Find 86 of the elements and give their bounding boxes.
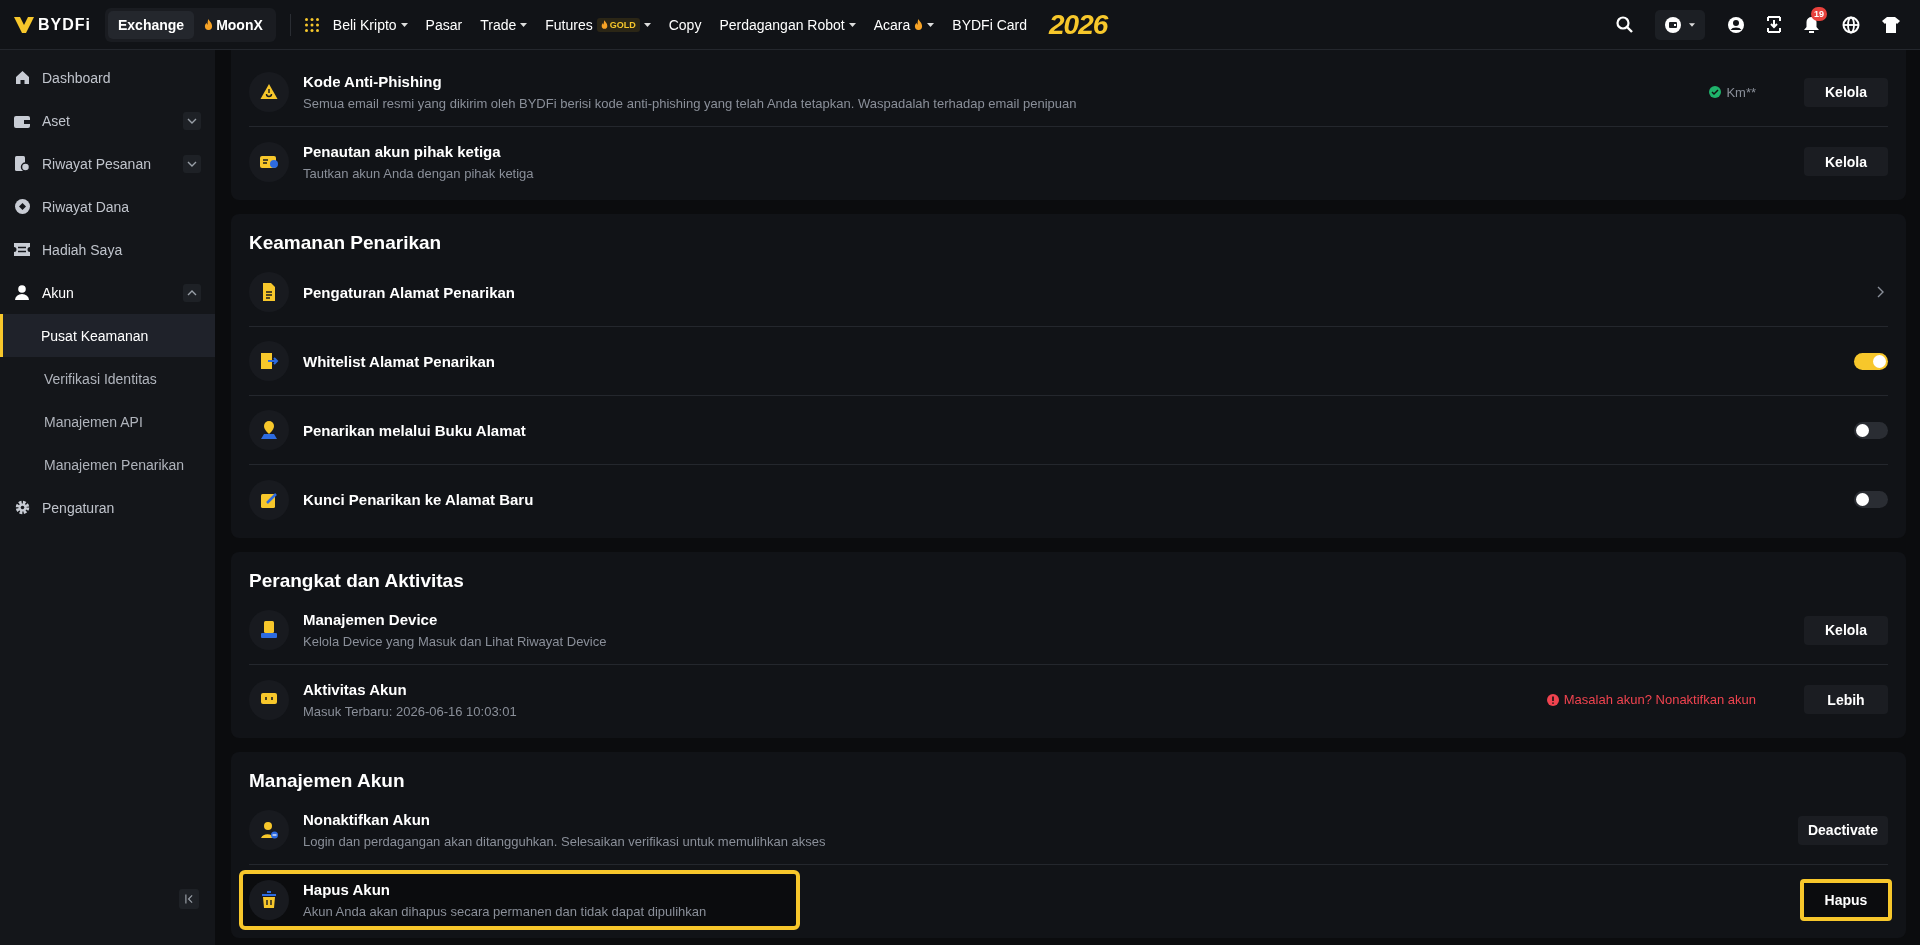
ticket-icon: [14, 243, 30, 256]
id-card-icon: [249, 141, 289, 182]
sidebar-subitem[interactable]: Manajemen API: [0, 400, 215, 443]
row-description: Akun Anda akan dihapus secara permanen dan tidak dapat dipulihkan: [303, 903, 707, 919]
wallet-icon: [14, 113, 30, 128]
sidebar-subitem[interactable]: Pusat Keamanan: [0, 314, 215, 357]
wallet-icon: [1665, 16, 1681, 33]
action-button[interactable]: Kelola: [1804, 615, 1888, 645]
check-icon: [1709, 86, 1722, 98]
action-button[interactable]: Deactivate: [1797, 815, 1888, 845]
sidebar-item[interactable]: Aset: [0, 99, 215, 142]
row-title: Whitelist Alamat Penarikan: [303, 352, 495, 370]
row-description: Semua email resmi yang dikirim oleh BYDFi berisi kode anti-phishing yang telah Anda tetapkan. Waspadalah terhadap email penipuan: [303, 96, 1077, 111]
section-title: Perangkat dan Aktivitas: [249, 570, 465, 592]
warning-icon: [249, 72, 289, 112]
globe-icon[interactable]: [1842, 15, 1860, 34]
toggle-switch[interactable]: [1854, 491, 1888, 508]
search-icon[interactable]: [1616, 16, 1633, 33]
action-button[interactable]: Kelola: [1804, 147, 1888, 176]
row-title: Kode Anti-Phishing: [303, 73, 443, 90]
sidebar-item[interactable]: Riwayat Pesanan: [0, 142, 215, 185]
download-icon[interactable]: [1767, 16, 1781, 33]
user-icon: [14, 285, 30, 300]
caret-icon: [1689, 22, 1695, 27]
user-minus-icon: [249, 810, 289, 850]
wallet-button[interactable]: [1655, 9, 1705, 40]
collapse-sidebar-button[interactable]: [179, 889, 199, 909]
section-title: Manajemen Akun: [249, 770, 406, 792]
row-description: Login dan perdagangan akan ditangguhkan. Selesaikan verifikasi untuk memulihkan akses: [303, 834, 826, 849]
home-icon: [14, 70, 30, 85]
sidebar-subitem[interactable]: Manajemen Penarikan: [0, 443, 215, 486]
sidebar-item[interactable]: Akun: [0, 271, 215, 314]
nav-menu-item[interactable]: Copy: [668, 16, 702, 33]
action-button[interactable]: Lebih: [1804, 685, 1888, 714]
monitor-icon: [249, 679, 289, 720]
mode-tab[interactable]: MoonX: [194, 10, 273, 39]
row-title: Manajemen Device: [303, 611, 439, 628]
notification-badge: 19: [1811, 6, 1827, 21]
nav-menu-item[interactable]: Pasar: [425, 16, 463, 33]
action-button[interactable]: Hapus: [1800, 878, 1892, 921]
shirt-icon[interactable]: [1882, 16, 1900, 33]
nav-menu-item[interactable]: Futures GOLD: [545, 16, 651, 33]
sidebar-item[interactable]: Dashboard: [0, 56, 215, 99]
alert-icon: [1546, 693, 1559, 706]
edit-icon: [249, 479, 289, 520]
row-description: Masuk Terbaru: 2026-06-16 10:03:01: [303, 703, 517, 719]
bell-icon[interactable]: [1803, 15, 1820, 34]
toggle-switch[interactable]: [1854, 352, 1888, 370]
mode-tab[interactable]: Exchange: [108, 10, 195, 39]
nav-menu-item[interactable]: Perdagangan Robot: [719, 16, 856, 33]
user-icon[interactable]: [1727, 15, 1745, 34]
chevron-right-icon[interactable]: [1877, 286, 1884, 298]
row-title: Pengaturan Alamat Penarikan: [303, 283, 515, 301]
row-title: Penarikan melalui Buku Alamat: [303, 421, 526, 439]
trash-icon: [249, 879, 289, 920]
apps-grid-icon[interactable]: [304, 17, 319, 32]
location-pin-icon: [249, 410, 289, 450]
row-title: Hapus Akun: [303, 880, 391, 898]
row-title: Kunci Penarikan ke Alamat Baru: [303, 491, 534, 508]
action-button[interactable]: Kelola: [1804, 77, 1888, 107]
sidebar-item[interactable]: Hadiah Saya: [0, 228, 215, 271]
sidebar-item[interactable]: Pengaturan: [0, 486, 215, 529]
device-icon: [249, 610, 289, 650]
coin-icon: [14, 199, 30, 214]
sidebar-item[interactable]: Riwayat Dana: [0, 185, 215, 228]
row-title: Nonaktifkan Akun: [303, 811, 431, 828]
brand-logo[interactable]: BYDFi: [14, 15, 91, 34]
receipt-icon: [14, 155, 30, 172]
status-note[interactable]: Masalah akun? Nonaktifkan akun: [1546, 692, 1756, 707]
futures-tier-badge: GOLD: [596, 17, 640, 32]
row-description: Tautkan akun Anda dengan pihak ketiga: [303, 165, 534, 181]
settings-icon: [14, 500, 30, 515]
document-icon: [249, 272, 289, 312]
nav-menu-item[interactable]: BYDFi Card: [952, 16, 1027, 33]
sidebar-subitem[interactable]: Verifikasi Identitas: [0, 357, 215, 400]
row-title: Penautan akun pihak ketiga: [303, 142, 502, 160]
nav-menu-item[interactable]: Beli Kripto: [332, 16, 408, 33]
collapse-icon: [185, 894, 193, 904]
toggle-switch[interactable]: [1854, 421, 1888, 439]
promo-logo[interactable]: 2026: [1049, 8, 1108, 41]
section-title: Keamanan Penarikan: [249, 232, 443, 254]
row-description: Kelola Device yang Masuk dan Lihat Riwayat Device: [303, 634, 607, 649]
status-note: Km**: [1709, 84, 1756, 100]
row-title: Aktivitas Akun: [303, 680, 408, 698]
nav-menu-item[interactable]: Trade: [480, 16, 528, 33]
nav-menu-item[interactable]: Acara: [873, 16, 935, 33]
